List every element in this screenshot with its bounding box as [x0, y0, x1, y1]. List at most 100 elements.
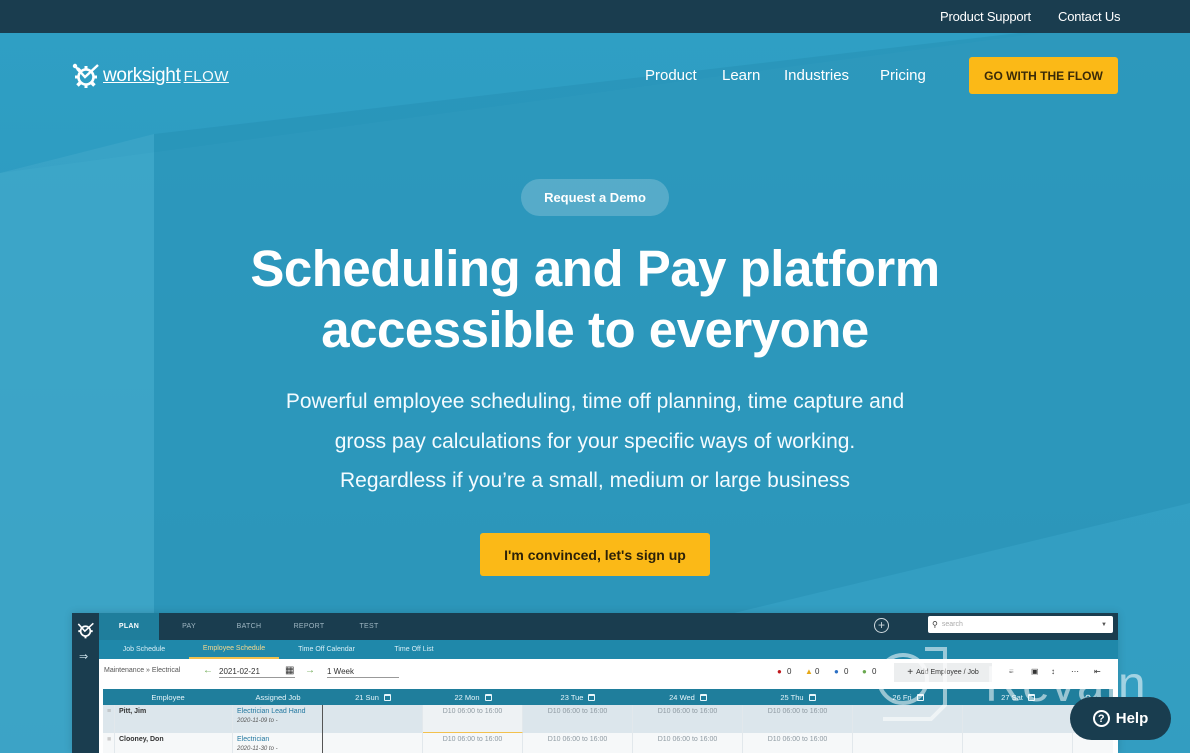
app-tab-batch[interactable]: BATCH	[219, 613, 279, 640]
col-day-label: 21 Sun	[355, 692, 379, 702]
subtab-time-off-calendar[interactable]: Time Off Calendar	[279, 640, 374, 659]
shift-cell[interactable]: D10 06:00 to 16:00	[423, 705, 523, 733]
contact-us-link[interactable]: Contact Us	[1058, 9, 1121, 24]
col-day[interactable]: 21 Sun	[323, 689, 423, 705]
nav-learn[interactable]: Learn	[722, 67, 760, 84]
sign-up-button[interactable]: I'm convinced, let's sign up	[480, 533, 710, 576]
sort-icon[interactable]: ↕	[1051, 667, 1055, 676]
job-name: Electrician	[237, 736, 270, 743]
calendar-icon	[1027, 693, 1035, 701]
shift-cell[interactable]	[853, 705, 963, 733]
table-row[interactable]: ■ Clooney, Don Electrician 2020-11-30 to…	[103, 733, 1113, 753]
add-employee-job-button[interactable]: + Add Employee / Job	[894, 663, 992, 682]
app-tab-report[interactable]: REPORT	[279, 613, 339, 640]
col-day-label: 23 Tue	[560, 692, 584, 702]
table-row[interactable]: ≡ Pitt, Jim Electrician Lead Hand 2020-1…	[103, 705, 1113, 733]
headline-line: accessible to everyone	[321, 301, 869, 358]
gear-logo-icon	[72, 63, 99, 88]
shift-cell[interactable]: D10 06:00 to 16:00	[523, 705, 633, 733]
shift-cell[interactable]: D10 06:00 to 16:00	[423, 733, 523, 753]
range-select[interactable]: 1 Week	[327, 667, 399, 678]
shift-cell[interactable]	[963, 705, 1073, 733]
utility-bar: Product Support Contact Us	[0, 0, 1190, 33]
page-headline: Scheduling and Pay platform accessible t…	[0, 238, 1190, 360]
calendar-icon	[588, 693, 596, 701]
col-day[interactable]: 25 Thu	[743, 689, 853, 705]
employee-name: Clooney, Don	[115, 733, 233, 753]
subtitle-line: Regardless if you’re a small, medium or …	[339, 469, 851, 492]
subtab-time-off-list[interactable]: Time Off List	[374, 640, 454, 659]
app-screenshot: ⇒ PLAN PAY BATCH REPORT TEST + ⚲ search …	[72, 613, 1118, 753]
col-day-label: 26 Fri	[892, 692, 912, 702]
gear-logo-icon	[77, 622, 94, 639]
nav-product[interactable]: Product	[645, 67, 697, 84]
col-day[interactable]: 26 Fri	[853, 689, 963, 705]
info-icon: ●	[834, 667, 839, 676]
calendar-icon[interactable]: ▦	[285, 665, 294, 676]
subtab-employee-schedule[interactable]: Employee Schedule	[189, 640, 279, 659]
info-count: 0	[844, 667, 849, 676]
row-handle-icon[interactable]: ■	[103, 733, 115, 753]
shift-cell[interactable]: D10 06:00 to 16:00	[743, 705, 853, 733]
col-day[interactable]: 23 Tue	[523, 689, 633, 705]
app-sidebar: ⇒	[72, 613, 99, 753]
brand-name: worksight	[103, 65, 181, 86]
app-tab-test[interactable]: TEST	[339, 613, 399, 640]
employee-name: Pitt, Jim	[115, 705, 233, 733]
col-day[interactable]: 22 Mon	[423, 689, 523, 705]
warning-icon: ▲	[805, 667, 813, 676]
collapse-icon[interactable]: ⇤	[1094, 667, 1101, 676]
chevron-down-icon: ▼	[1101, 621, 1107, 628]
subtab-job-schedule[interactable]: Job Schedule	[99, 640, 189, 659]
request-demo-button[interactable]: Request a Demo	[521, 179, 669, 216]
calendar-icon	[383, 693, 391, 701]
shift-cell[interactable]: D10 06:00 to 16:00	[633, 705, 743, 733]
filter-icon[interactable]: ≡	[1009, 667, 1014, 676]
user-icon[interactable]: ●	[1094, 620, 1100, 631]
shift-cell[interactable]: D10 06:00 to 16:00	[523, 733, 633, 753]
shift-cell[interactable]	[963, 733, 1073, 753]
shift-cell[interactable]: D10 06:00 to 16:00	[743, 733, 853, 753]
subtitle-line: Powerful employee scheduling, time off p…	[285, 390, 905, 413]
shift-cell[interactable]	[853, 733, 963, 753]
app-subnav: Job Schedule Employee Schedule Time Off …	[99, 640, 1118, 659]
search-icon: ⚲	[932, 620, 938, 629]
search-input[interactable]: ⚲ search ▼	[928, 616, 1113, 633]
help-button[interactable]: ? Help	[1070, 697, 1171, 740]
add-circle-icon[interactable]: +	[874, 618, 889, 633]
row-handle-icon[interactable]: ≡	[103, 705, 115, 733]
schedule-header: Employee Assigned Job 21 Sun 22 Mon 23 T…	[103, 689, 1113, 705]
app-tab-plan[interactable]: PLAN	[99, 613, 159, 640]
app-topnav: PLAN PAY BATCH REPORT TEST + ⚲ search ▼ …	[99, 613, 1118, 640]
assigned-job[interactable]: Electrician 2020-11-30 to -	[233, 733, 323, 753]
search-placeholder: search	[941, 621, 963, 628]
subtitle-line: gross pay calculations for your specific…	[334, 429, 856, 453]
col-day[interactable]: 24 Wed	[633, 689, 743, 705]
col-day-label: 24 Wed	[669, 692, 695, 702]
brand-suffix: FLOW	[183, 67, 229, 85]
col-day-label: 25 Thu	[780, 692, 804, 702]
next-arrow-icon[interactable]: →	[305, 665, 315, 676]
app-toolbar: Maintenance » Electrical ← 2021-02-21 ▦ …	[99, 659, 1118, 686]
go-with-the-flow-button[interactable]: GO WITH THE FLOW	[969, 57, 1118, 94]
shift-cell[interactable]	[323, 705, 423, 733]
assigned-job[interactable]: Electrician Lead Hand 2020-11-09 to -	[233, 705, 323, 733]
help-label: Help	[1115, 710, 1149, 727]
col-day[interactable]: 27 Sat	[963, 689, 1073, 705]
shift-cell[interactable]	[323, 733, 423, 753]
logo[interactable]: worksight FLOW	[72, 63, 229, 89]
hero-subtitle: Powerful employee scheduling, time off p…	[0, 382, 1190, 501]
date-input[interactable]: 2021-02-21	[219, 667, 295, 678]
expand-menu-icon[interactable]: ⇒	[79, 650, 88, 663]
breadcrumb: Maintenance » Electrical	[104, 667, 181, 674]
export-icon[interactable]: ▣	[1031, 667, 1039, 676]
col-day-label: 22 Mon	[454, 692, 480, 702]
nav-industries[interactable]: Industries	[784, 67, 849, 84]
app-tab-pay[interactable]: PAY	[159, 613, 219, 640]
more-icon[interactable]: ⋯	[1071, 667, 1079, 676]
shift-cell[interactable]: D10 06:00 to 16:00	[633, 733, 743, 753]
nav-pricing[interactable]: Pricing	[880, 67, 926, 84]
prev-arrow-icon[interactable]: ←	[203, 665, 213, 676]
ok-icon: ●	[862, 667, 867, 676]
product-support-link[interactable]: Product Support	[940, 9, 1031, 24]
